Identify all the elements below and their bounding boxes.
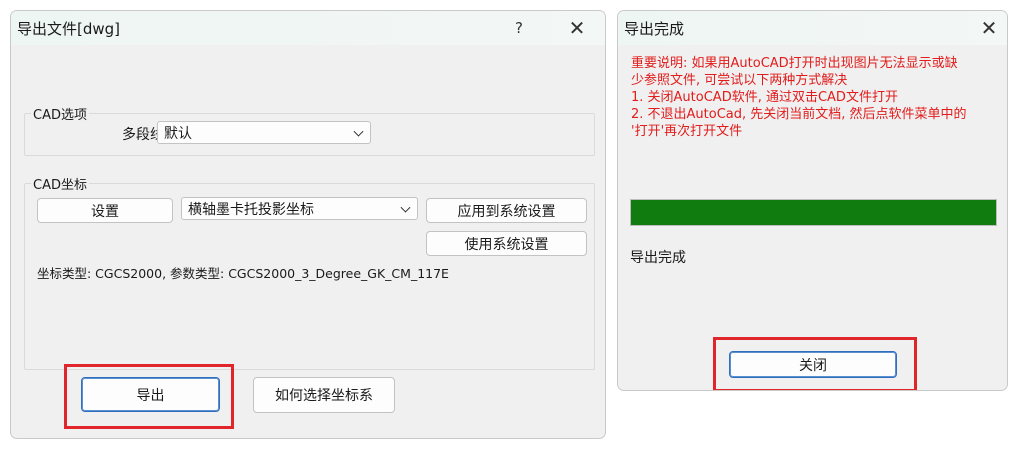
- help-icon[interactable]: ?: [504, 14, 534, 42]
- complete-dialog-titlebar: 导出完成 ✕: [618, 11, 1007, 45]
- progress-fill: [631, 200, 996, 225]
- polyline-select-value: 默认: [164, 125, 192, 142]
- complete-dialog-title: 导出完成: [624, 20, 685, 38]
- polyline-select[interactable]: 默认: [157, 121, 371, 144]
- progress-bar: [630, 199, 997, 226]
- status-text: 导出完成: [630, 250, 686, 266]
- notice-line: 1. 关闭AutoCAD软件, 通过双击CAD文件打开: [631, 90, 898, 105]
- settings-button[interactable]: 设置: [37, 198, 173, 223]
- export-dialog-titlebar: 导出文件[dwg] ? ✕: [11, 11, 605, 45]
- cad-coords-legend: CAD坐标: [33, 178, 87, 193]
- export-button-highlight: [64, 364, 234, 429]
- apply-to-system-button[interactable]: 应用到系统设置: [426, 198, 587, 223]
- projection-select[interactable]: 横轴墨卡托投影坐标: [181, 197, 418, 220]
- chevron-down-icon: [400, 202, 411, 213]
- close-icon[interactable]: ✕: [974, 14, 1004, 42]
- coord-info-text: 坐标类型: CGCS2000, 参数类型: CGCS2000_3_Degree_…: [37, 266, 449, 281]
- export-complete-dialog: 导出完成 ✕ 重要说明: 如果用AutoCAD打开时出现图片无法显示或缺 少参照…: [617, 10, 1008, 391]
- notice-line: 少参照文件, 可尝试以下两种方式解决: [631, 73, 848, 88]
- export-dialog-title: 导出文件[dwg]: [17, 20, 121, 38]
- how-to-choose-coords-button[interactable]: 如何选择坐标系: [253, 377, 395, 413]
- export-dialog: 导出文件[dwg] ? ✕ CAD选项 多段线 默认 CAD坐标 设置 横轴墨卡…: [10, 10, 606, 439]
- chevron-down-icon: [353, 126, 364, 137]
- projection-select-value: 横轴墨卡托投影坐标: [188, 201, 314, 218]
- notice-line: 重要说明: 如果用AutoCAD打开时出现图片无法显示或缺: [631, 56, 958, 71]
- close-button-highlight: [713, 337, 917, 390]
- notice-text: 重要说明: 如果用AutoCAD打开时出现图片无法显示或缺 少参照文件, 可尝试…: [631, 55, 1001, 140]
- notice-line: '打开'再次打开文件: [631, 124, 743, 139]
- close-icon[interactable]: ✕: [562, 14, 592, 42]
- notice-line: 2. 不退出AutoCad, 先关闭当前文档, 然后点软件菜单中的: [631, 107, 967, 122]
- use-system-settings-button[interactable]: 使用系统设置: [426, 231, 587, 256]
- cad-options-legend: CAD选项: [33, 108, 87, 123]
